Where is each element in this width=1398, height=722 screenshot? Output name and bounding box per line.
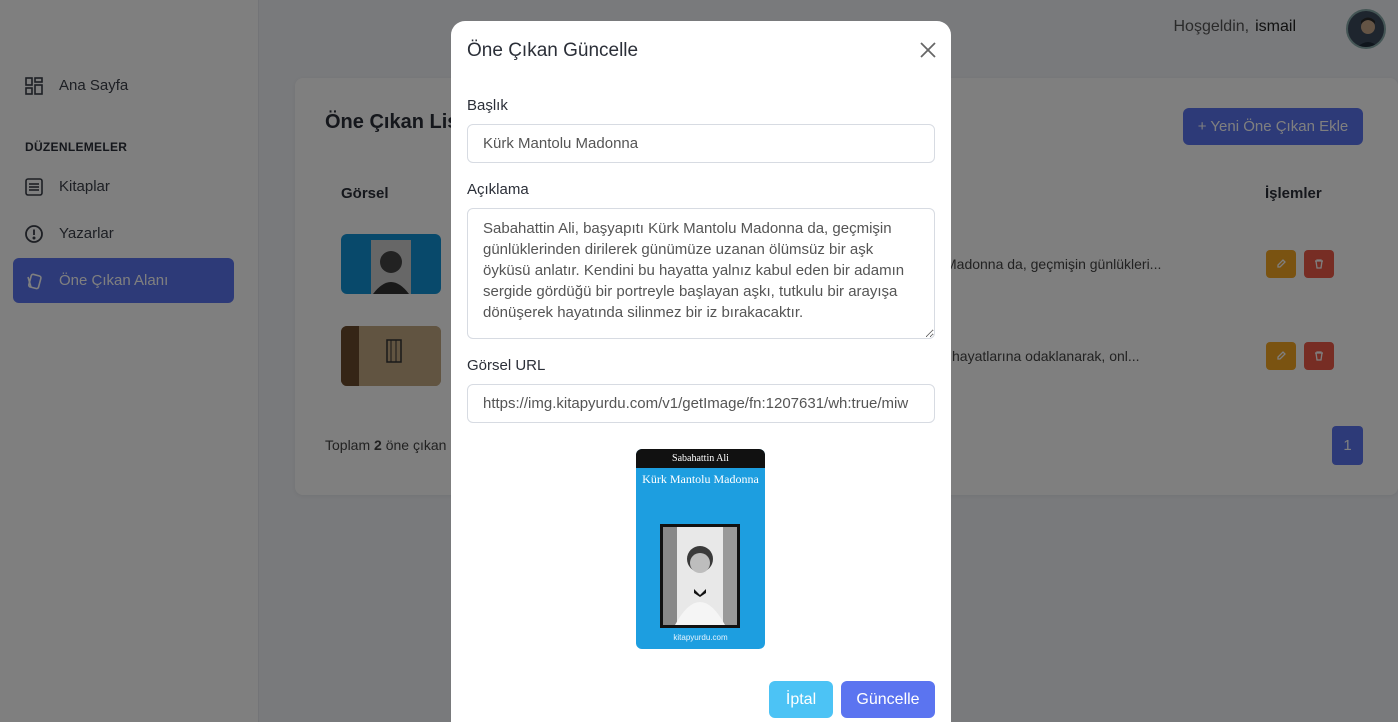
image-preview: Sabahattin Ali Kürk Mantolu Madonna kita… <box>636 449 765 649</box>
description-label: Açıklama <box>467 181 529 198</box>
close-icon <box>920 41 936 61</box>
update-button[interactable]: Güncelle <box>841 681 935 718</box>
cancel-button[interactable]: İptal <box>769 681 833 718</box>
close-button[interactable] <box>917 40 939 62</box>
preview-title: Kürk Mantolu Madonna <box>642 472 759 486</box>
preview-site: kitapyurdu.com <box>673 633 728 642</box>
title-label: Başlık <box>467 97 508 114</box>
image-url-input[interactable] <box>467 384 935 423</box>
edit-featured-modal: Öne Çıkan Güncelle Başlık Açıklama Sabah… <box>451 21 951 722</box>
modal-title: Öne Çıkan Güncelle <box>467 40 639 61</box>
title-input[interactable] <box>467 124 935 163</box>
preview-portrait <box>660 524 740 628</box>
preview-author: Sabahattin Ali <box>636 449 765 468</box>
description-textarea[interactable]: Sabahattin Ali, başyapıtı Kürk Mantolu M… <box>467 208 935 339</box>
image-url-label: Görsel URL <box>467 357 546 374</box>
